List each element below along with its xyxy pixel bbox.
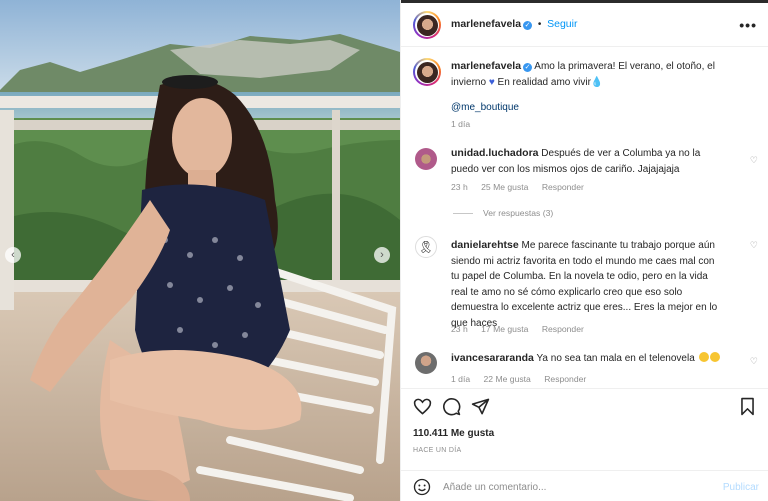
bookmark-icon[interactable] [739,397,756,419]
comment-3-reply[interactable]: Responder [544,374,586,384]
comment-2-text: danielarehtse Me parece fascinante tu tr… [451,238,751,331]
laughing-emoji-icon [698,352,709,362]
comment-2-line-3: tu papel de Columba. En la novela te odi… [451,271,708,282]
commenter-avatar[interactable]: 🎗 [415,236,437,258]
caption-mention-link[interactable]: @me_boutique [451,100,519,116]
comment-3-meta: 1 día 22 Me gusta Responder [451,374,597,384]
post-date: HACE UN DÍA [413,447,462,454]
caption-avatar[interactable] [413,58,441,86]
comment-3-age: 1 día [451,374,471,384]
author-avatar[interactable] [413,11,441,39]
commenter-avatar[interactable] [415,148,437,170]
comment-2-username[interactable]: danielarehtse [451,239,519,251]
publish-button[interactable]: Publicar [723,482,759,493]
actions-divider [401,388,768,389]
view-replies-label[interactable]: Ver respuestas (3) [483,208,553,218]
commenter-avatar[interactable] [415,352,437,374]
comment-like-heart-icon[interactable]: ♡ [750,155,758,166]
paper-plane-icon[interactable] [471,397,490,419]
comment-input[interactable]: Añade un comentario... [443,482,546,493]
comment-1-age: 23 h [451,182,468,192]
laughing-emoji-icon [709,352,720,362]
comment-1-line-1: Después de ver a Columba ya no la [541,148,701,159]
comment-2-line-2: siendo mi actriz favorita en todo el mun… [451,255,715,267]
comment-3-likes[interactable]: 22 Me gusta [484,374,531,384]
replies-line [453,212,473,214]
separator-dot: • [537,19,542,30]
blue-heart-icon: ♥ [488,76,495,88]
caption-text: marlenefavela ✓ Amo la primavera! El vera… [451,59,751,90]
comment-2-line-5: demuestra lo excelente actriz que eres..… [451,302,718,313]
comment-3-line-1: Ya no sea tan mala en el telenovela [536,353,695,364]
post-side-panel: marlenefavela ✓ • Seguir ••• marlenefavel… [400,0,768,501]
comment-box-divider [401,470,768,471]
comment-1-line-2: puedo ver con los mismos ojos de cariño.… [451,163,680,175]
comment-1-meta: 23 h 25 Me gusta Responder [451,182,595,192]
ribbon-icon: 🎗 [418,240,434,254]
author-username[interactable]: marlenefavela [451,18,521,30]
comment-2-line-4: real te amo no sé cómo explicarlo creo q… [451,286,683,298]
comment-1-text: unidad.luchadora Después de ver a Columb… [451,146,741,177]
caption-username[interactable]: marlenefavela [451,60,521,72]
comment-2-meta: 23 h 17 Me gusta Responder [451,324,595,334]
verified-badge-icon: ✓ [523,21,533,30]
action-bar [413,397,490,419]
comment-1-username[interactable]: unidad.luchadora [451,147,539,159]
comment-bubble-icon[interactable] [442,397,461,419]
comment-2-reply[interactable]: Responder [542,324,584,334]
chevron-right-icon[interactable]: › [374,247,390,263]
comment-2-likes[interactable]: 17 Me gusta [481,324,528,334]
comment-2-age: 23 h [451,324,468,334]
caption-line-1: Amo la primavera! El verano, el otoño, e… [534,61,715,72]
caption-line-3: En realidad amo vivir [497,76,591,88]
follow-button[interactable]: Seguir [547,18,577,30]
photo-illustration [0,0,400,501]
comment-2-line-1: Me parece fascinante tu trabajo porque a… [521,240,715,251]
comment-like-heart-icon[interactable]: ♡ [750,356,758,367]
comment-3-username[interactable]: ivancesararanda [451,352,534,364]
add-comment-bar: Añade un comentario... Publicar [401,475,768,501]
instagram-post: ‹ › marlenefavela ✓ • Seguir ••• marlenef… [0,0,768,501]
chevron-left-icon[interactable]: ‹ [5,247,21,263]
comment-1-likes[interactable]: 25 Me gusta [481,182,528,192]
caption-line-2: invierno [451,76,487,88]
verified-badge-icon: ✓ [523,63,533,72]
comment-like-heart-icon[interactable]: ♡ [750,240,758,251]
header-author-line: marlenefavela ✓ • Seguir [451,18,577,30]
heart-icon[interactable] [413,397,432,419]
comment-3-text: ivancesararanda Ya no sea tan mala en el… [451,351,751,367]
likes-count[interactable]: 110.411 Me gusta [413,428,494,439]
droplet-icon: 💧 [590,76,604,88]
comment-1-reply[interactable]: Responder [542,182,584,192]
caption-age: 1 día [451,119,471,129]
more-options-icon[interactable]: ••• [739,17,757,33]
smiley-icon[interactable] [413,478,431,499]
post-photo[interactable]: ‹ › [0,0,400,501]
post-header: marlenefavela ✓ • Seguir ••• [401,3,768,47]
view-replies-button[interactable]: Ver respuestas (3) [453,208,553,218]
